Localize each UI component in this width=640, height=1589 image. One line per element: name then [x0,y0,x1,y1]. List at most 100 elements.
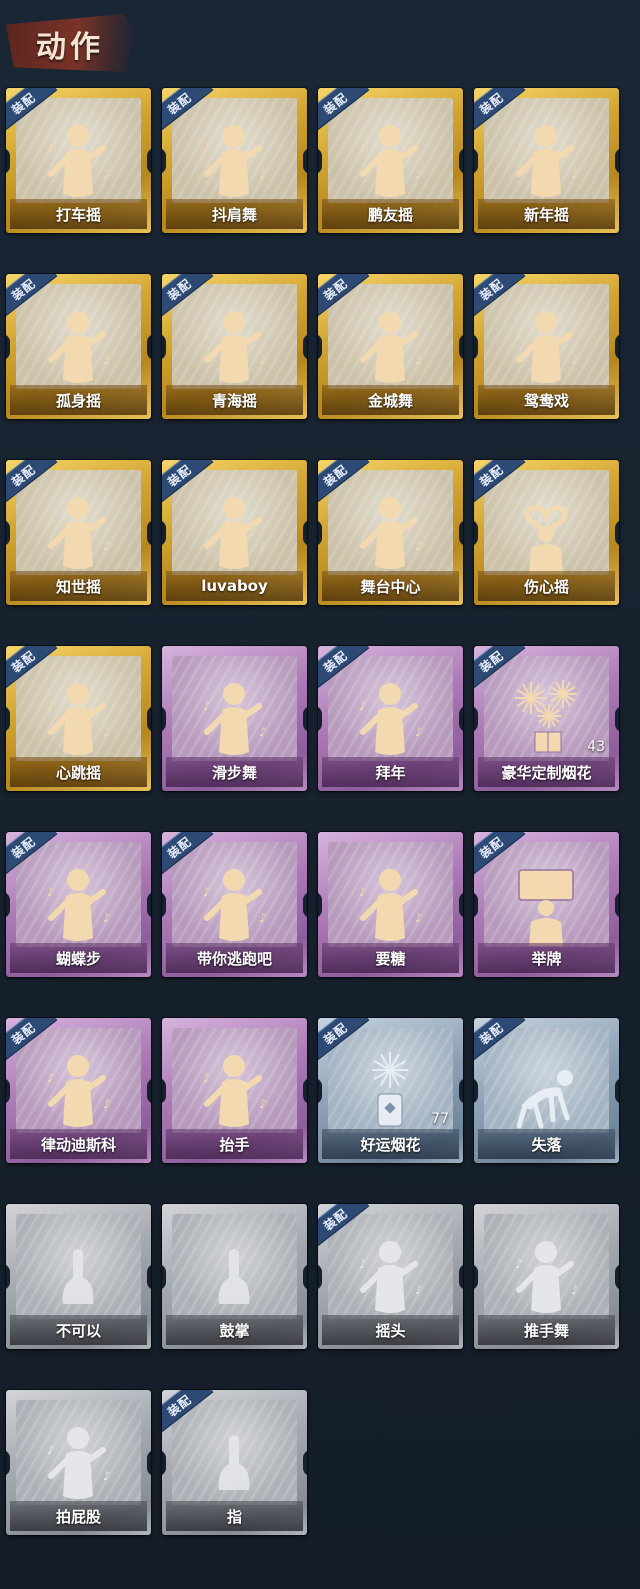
action-name: 拍屁股 [10,1501,147,1531]
svg-text:♪: ♪ [415,1283,423,1297]
svg-text:♪: ♪ [515,1257,523,1271]
action-card[interactable]: ♪ ♪ 新年摇 装配 [474,88,619,233]
reach-pose-icon: ♪♪ [359,869,423,941]
finger-wag-icon [62,1249,94,1304]
svg-text:♪: ♪ [359,513,367,527]
card-notch-right [615,892,619,918]
action-card[interactable]: ♪ ♪ 鸳鸯戏 装配 [474,274,619,419]
action-card[interactable]: 指装配 [162,1390,307,1535]
action-card[interactable]: ♪ ♪ 滑步舞 [162,646,307,791]
action-name: 孤身摇 [10,385,147,415]
action-name: 拜年 [322,757,459,787]
action-name: 不可以 [10,1315,147,1345]
action-card[interactable]: ♪ ♪ luvaboy 装配 [162,460,307,605]
svg-text:♪: ♪ [203,327,211,341]
action-name: 推手舞 [478,1315,615,1345]
action-card[interactable]: 不可以 [6,1204,151,1349]
action-card[interactable]: ♪ ♪ 拍屁股 [6,1390,151,1535]
action-card[interactable]: ♪ ♪ 抖肩舞 装配 [162,88,307,233]
action-card[interactable]: ♪ ♪ 抬手 [162,1018,307,1163]
pat-pose-icon: ♪♪ [47,1427,111,1499]
dance-pose-icon: ♪♪ [47,1055,111,1127]
action-card[interactable]: ♪ ♪ 拜年 装配 [318,646,463,791]
action-name: 抬手 [166,1129,303,1159]
action-card[interactable]: 举牌 装配 [474,832,619,977]
dance-pose-icon: ♪♪ [203,869,267,941]
svg-text:♪: ♪ [259,911,267,925]
action-card[interactable]: ♪ ♪ 孤身摇 装配 [6,274,151,419]
action-card[interactable]: ♪ ♪ 带你逃跑吧 装配 [162,832,307,977]
svg-text:♪: ♪ [47,327,55,341]
heart-hands-icon [524,505,568,574]
action-name: 伤心摇 [478,571,615,601]
card-notch-right [303,706,307,732]
action-card[interactable]: ♪ ♪ 蝴蝶步 装配 [6,832,151,977]
dance-pose-icon: ♪♪ [47,497,111,569]
push-hands-icon: ♪♪ [515,1241,579,1313]
dance-pose-icon: ♪♪ [47,683,111,755]
action-card[interactable]: 43 豪华定制烟花 装配 [474,646,619,791]
card-notch-right [303,892,307,918]
action-card[interactable]: ♪ ♪ 金城舞 装配 [318,274,463,419]
action-name: 打车摇 [10,199,147,229]
sign-hold-icon [518,869,574,946]
action-card[interactable]: ♪ ♪ 摇头 装配 [318,1204,463,1349]
action-card[interactable]: ♪ ♪ 打车摇 装配 [6,88,151,233]
svg-text:♪: ♪ [103,1097,111,1111]
svg-text:♪: ♪ [47,885,55,899]
reach-pose-icon: ♪♪ [203,1055,267,1127]
action-card[interactable]: ♪ ♪ 要糖 [318,832,463,977]
action-name: 青海摇 [166,385,303,415]
svg-text:♪: ♪ [203,141,211,155]
svg-text:♪: ♪ [571,1283,579,1297]
shake-head-icon: ♪♪ [359,1241,423,1313]
item-count: 43 [587,739,605,755]
action-card[interactable]: 77 好运烟花 装配 [318,1018,463,1163]
svg-text:♪: ♪ [103,1469,111,1483]
action-card[interactable]: ♪ ♪ 舞台中心 装配 [318,460,463,605]
card-notch-right [147,1078,151,1104]
header: 动作 [0,0,640,80]
dance-pose-icon: ♪♪ [515,311,579,383]
svg-text:♪: ♪ [47,1071,55,1085]
action-card[interactable]: ♪ ♪ 推手舞 [474,1204,619,1349]
dance-pose-icon: ♪♪ [47,869,111,941]
card-notch-right [147,1450,151,1476]
action-name: 心跳摇 [10,757,147,787]
action-name: 金城舞 [322,385,459,415]
action-card[interactable]: 伤心摇 装配 [474,460,619,605]
svg-text:♪: ♪ [103,911,111,925]
action-name: 摇头 [322,1315,459,1345]
firework-cylinder-icon [372,1052,408,1127]
action-card[interactable]: ♪ ♪ 心跳摇 装配 [6,646,151,791]
action-name: 律动迪斯科 [10,1129,147,1159]
action-card[interactable]: ♪ ♪ 知世摇 装配 [6,460,151,605]
svg-text:♪: ♪ [203,513,211,527]
action-card[interactable]: 失落 装配 [474,1018,619,1163]
svg-text:♪: ♪ [103,725,111,739]
svg-text:♪: ♪ [515,327,523,341]
card-notch-right [459,1078,463,1104]
card-notch-right [615,334,619,360]
dance-pose-icon: ♪♪ [203,683,267,755]
action-card[interactable]: ♪ ♪ 鹏友摇 装配 [318,88,463,233]
clap-hands-icon [218,1249,250,1304]
card-notch-right [147,706,151,732]
svg-text:♪: ♪ [359,885,367,899]
dance-pose-icon: ♪♪ [515,125,579,197]
svg-text:♪: ♪ [571,167,579,181]
fireworks-box-icon [515,680,577,753]
svg-text:♪: ♪ [259,1097,267,1111]
action-card[interactable]: 鼓掌 [162,1204,307,1349]
svg-text:♪: ♪ [259,353,267,367]
action-card[interactable]: ♪ ♪ 律动迪斯科 装配 [6,1018,151,1163]
action-card[interactable]: ♪ ♪ 青海摇 装配 [162,274,307,419]
dance-pose-icon: ♪♪ [47,311,111,383]
svg-text:♪: ♪ [47,699,55,713]
card-notch-right [459,1264,463,1290]
card-notch-right [147,148,151,174]
action-name: 舞台中心 [322,571,459,601]
card-notch-right [459,520,463,546]
svg-text:♪: ♪ [203,699,211,713]
action-name: 滑步舞 [166,757,303,787]
